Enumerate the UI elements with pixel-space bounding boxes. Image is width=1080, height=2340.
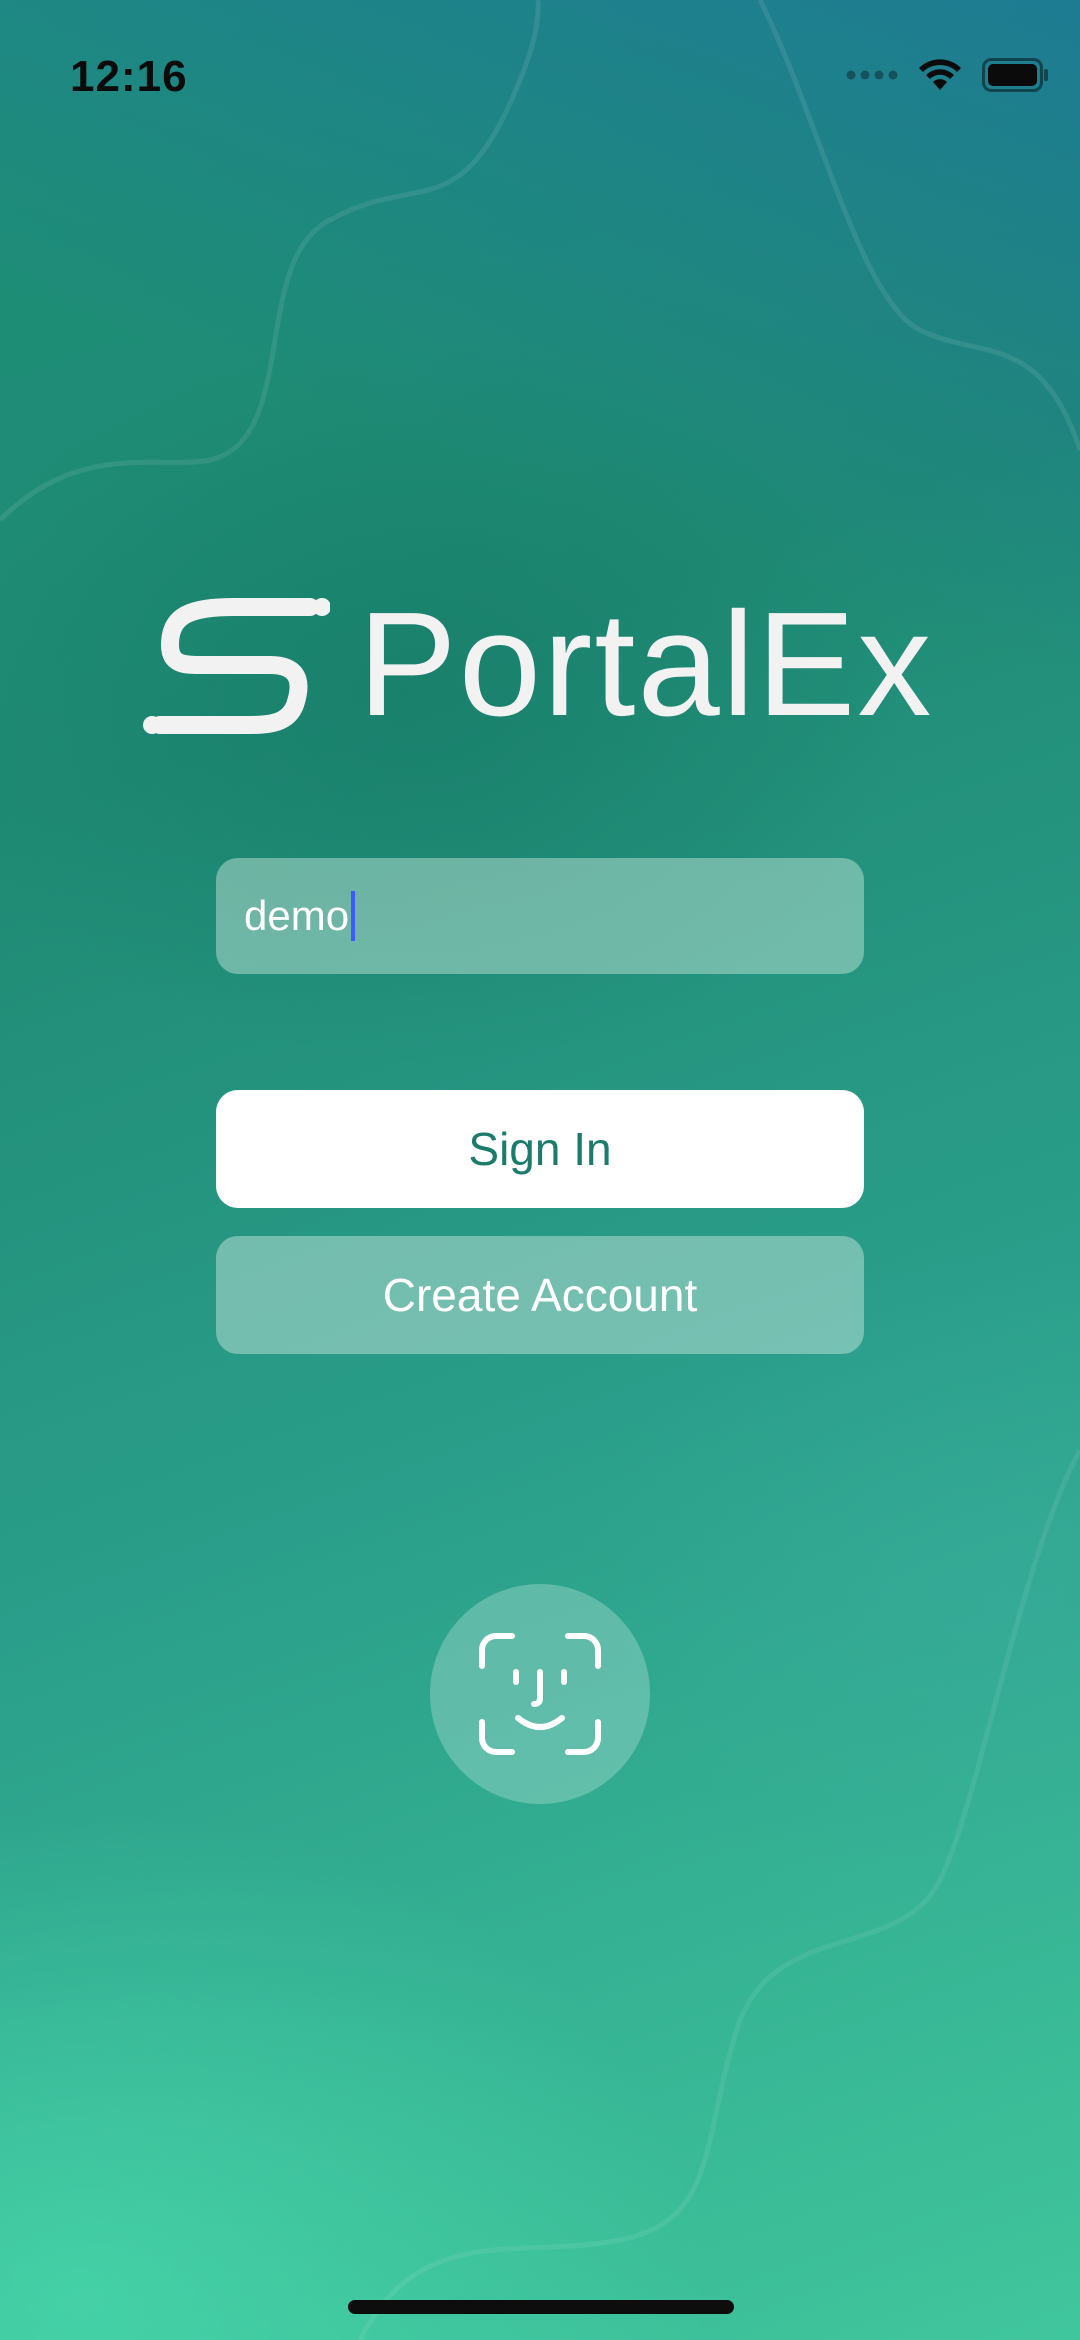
brand-logo: PortalEx	[140, 590, 940, 740]
battery-icon	[982, 58, 1048, 92]
username-input[interactable]: demo	[216, 858, 864, 974]
face-id-button[interactable]	[430, 1584, 650, 1804]
face-id-icon	[479, 1633, 601, 1755]
create-account-button[interactable]: Create Account	[216, 1236, 864, 1354]
portalex-logo-icon	[143, 598, 330, 734]
username-value: demo	[244, 892, 350, 939]
signal-dots-icon	[846, 70, 898, 80]
status-bar: 12:16	[0, 0, 1080, 150]
wifi-icon	[919, 59, 961, 90]
status-icons	[846, 58, 1050, 92]
status-time: 12:16	[70, 52, 188, 101]
home-indicator[interactable]	[348, 2300, 734, 2314]
brand-name: PortalEx	[358, 582, 934, 747]
text-caret	[351, 891, 356, 941]
sign-in-button[interactable]: Sign In	[216, 1090, 864, 1208]
login-screen: 12:16 PortalEx demo Sign In Create Accou…	[0, 0, 1080, 2340]
